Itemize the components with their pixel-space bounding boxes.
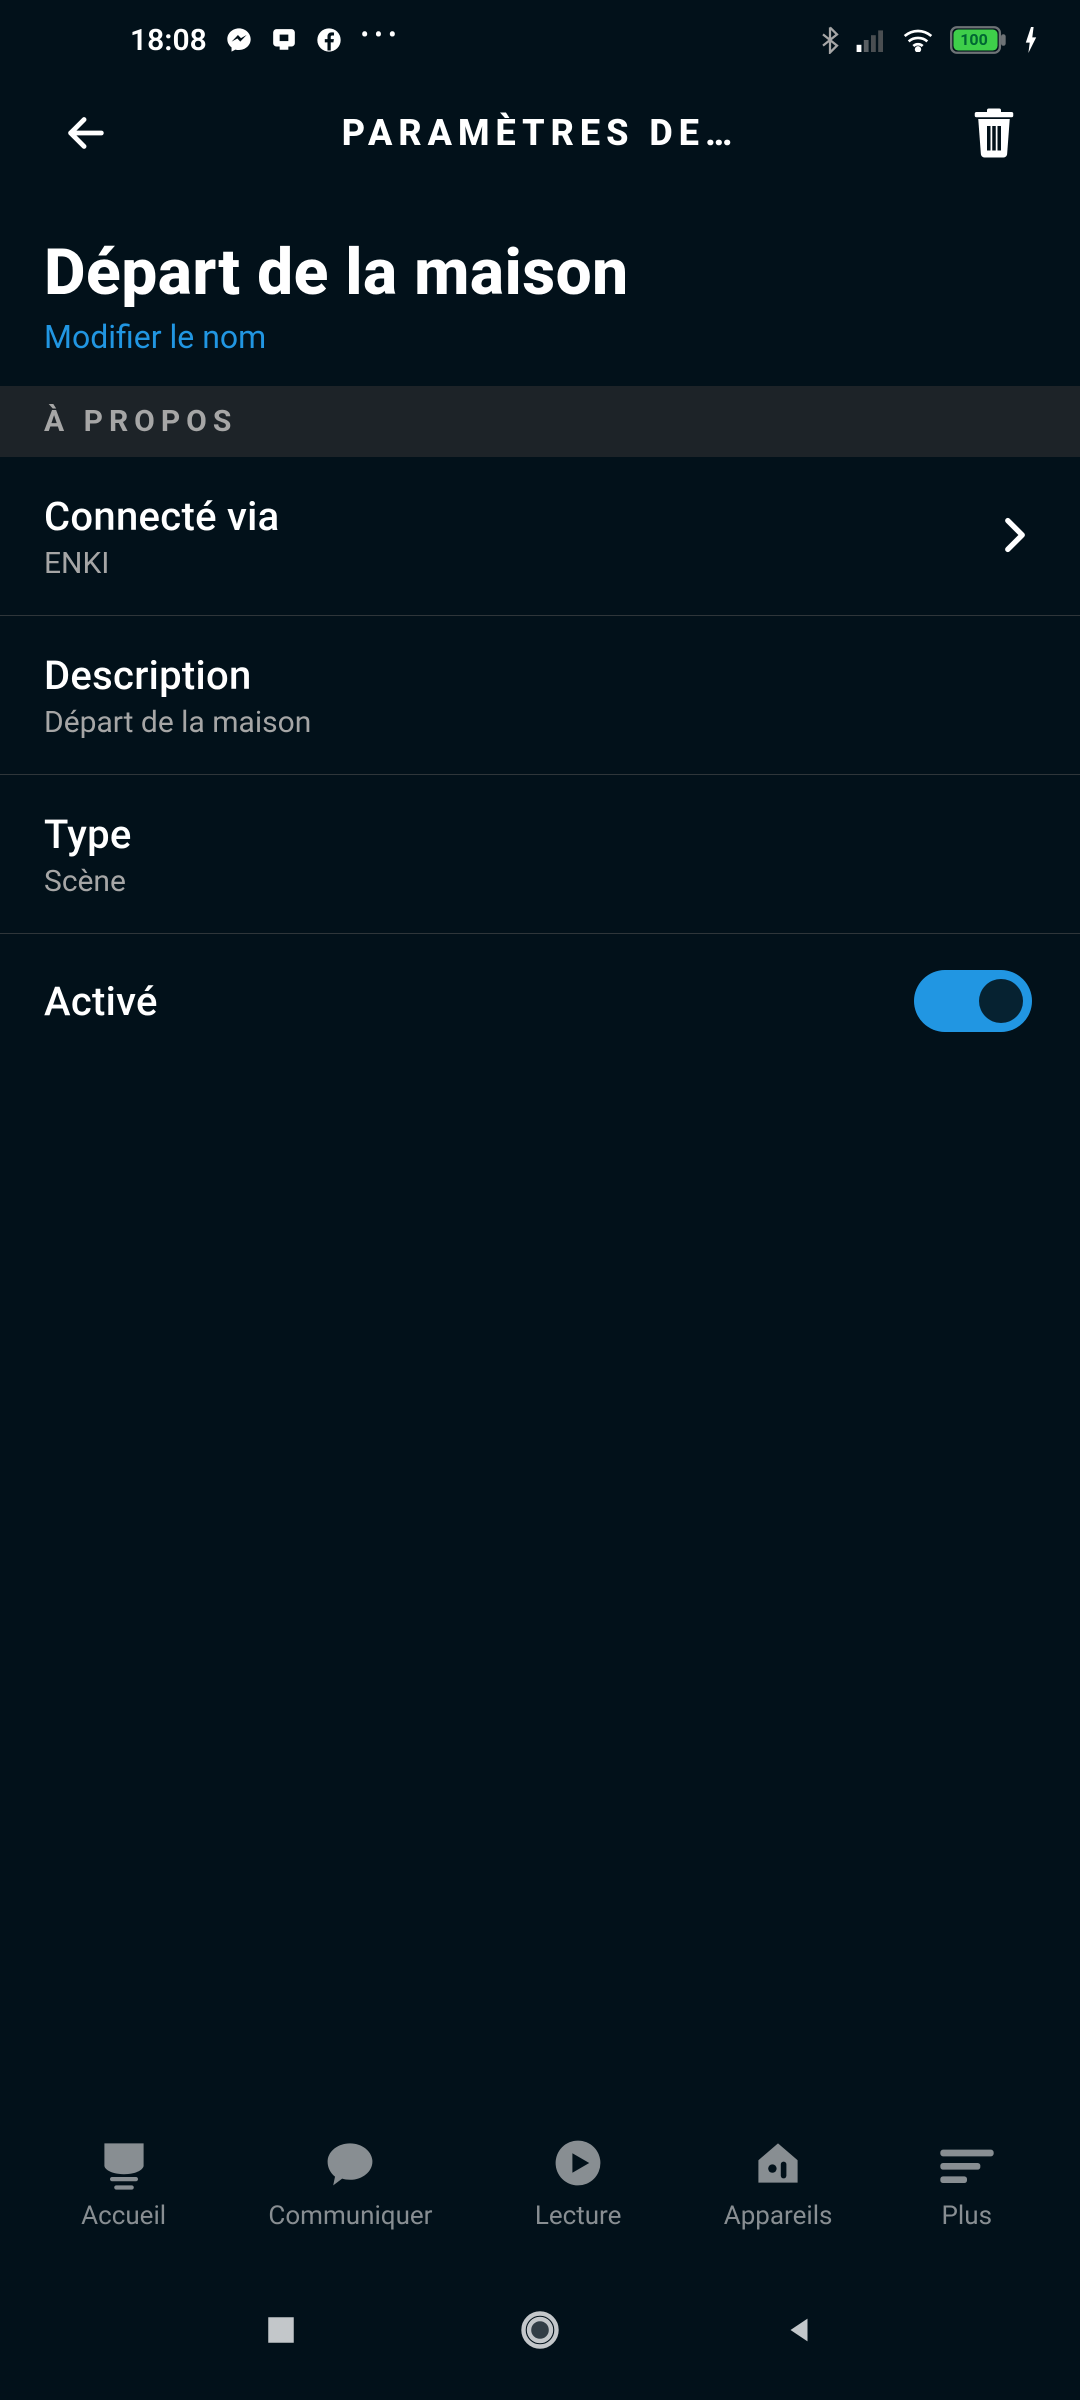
- cast-icon: [271, 27, 297, 53]
- trash-icon: [973, 108, 1015, 158]
- triangle-left-icon: [782, 2313, 816, 2347]
- bluetooth-icon: [820, 26, 840, 54]
- row-title: Type: [44, 811, 132, 858]
- delete-button[interactable]: [964, 103, 1024, 163]
- arrow-left-icon: [63, 110, 109, 156]
- facebook-icon: [315, 26, 343, 54]
- android-recents-button[interactable]: [264, 2313, 298, 2347]
- tab-label: Appareils: [724, 2201, 833, 2231]
- tab-label: Communiquer: [268, 2201, 432, 2231]
- row-enabled: Activé: [0, 934, 1080, 1066]
- tab-label: Lecture: [535, 2201, 622, 2231]
- row-title: Description: [44, 652, 311, 699]
- app-bar: PARAMÈTRES DE…: [0, 80, 1080, 185]
- status-bar-left: 18:08 •••: [130, 23, 402, 58]
- back-button[interactable]: [56, 103, 116, 163]
- edit-name-link[interactable]: Modifier le nom: [44, 318, 266, 356]
- android-back-button[interactable]: [782, 2313, 816, 2347]
- row-type: Type Scène: [0, 775, 1080, 934]
- row-connected-via[interactable]: Connecté via ENKI: [0, 457, 1080, 616]
- android-nav-bar: [0, 2260, 1080, 2400]
- row-body: Description Départ de la maison: [44, 652, 311, 740]
- row-value: ENKI: [44, 546, 280, 581]
- row-description: Description Départ de la maison: [0, 616, 1080, 775]
- signal-icon: [856, 28, 886, 52]
- tab-devices[interactable]: Appareils: [724, 2135, 833, 2231]
- messenger-icon: [225, 26, 253, 54]
- tab-play[interactable]: Lecture: [535, 2135, 622, 2231]
- home-icon: [94, 2135, 154, 2191]
- tab-label: Accueil: [81, 2201, 166, 2231]
- devices-home-icon: [750, 2135, 806, 2191]
- circle-icon: [518, 2308, 562, 2352]
- status-time: 18:08: [130, 23, 207, 58]
- app-bar-title: PARAMÈTRES DE…: [116, 112, 964, 154]
- page-title: Départ de la maison: [44, 235, 1036, 310]
- chevron-right-icon: [1004, 517, 1026, 557]
- status-bar-right: 100: [820, 26, 1038, 54]
- tab-communicate[interactable]: Communiquer: [268, 2135, 432, 2231]
- charging-icon: [1024, 27, 1038, 53]
- heading-block: Départ de la maison Modifier le nom: [0, 185, 1080, 386]
- toggle-knob: [979, 979, 1023, 1023]
- status-bar: 18:08 ••• 100: [0, 0, 1080, 80]
- tab-more[interactable]: Plus: [935, 2135, 999, 2231]
- row-body: Connecté via ENKI: [44, 493, 280, 581]
- play-circle-icon: [550, 2135, 606, 2191]
- enabled-toggle[interactable]: [914, 970, 1032, 1032]
- square-icon: [264, 2313, 298, 2347]
- battery-level: 100: [953, 30, 995, 49]
- tab-label: Plus: [942, 2201, 992, 2231]
- hamburger-icon: [935, 2135, 999, 2191]
- bottom-tabs: Accueil Communiquer Lecture Appareils Pl…: [0, 2135, 1080, 2245]
- row-value: Départ de la maison: [44, 705, 311, 740]
- row-title: Activé: [44, 978, 158, 1025]
- section-header-about: À PROPOS: [0, 386, 1080, 457]
- settings-list: Connecté via ENKI Description Départ de …: [0, 457, 1080, 1066]
- wifi-icon: [902, 28, 934, 52]
- row-body: Activé: [44, 978, 158, 1025]
- chat-bubble-icon: [322, 2135, 378, 2191]
- more-notifications-icon: •••: [361, 25, 402, 47]
- tab-home[interactable]: Accueil: [81, 2135, 166, 2231]
- row-value: Scène: [44, 864, 132, 899]
- row-body: Type Scène: [44, 811, 132, 899]
- row-title: Connecté via: [44, 493, 280, 540]
- android-home-button[interactable]: [518, 2308, 562, 2352]
- battery-icon: 100: [950, 26, 1008, 54]
